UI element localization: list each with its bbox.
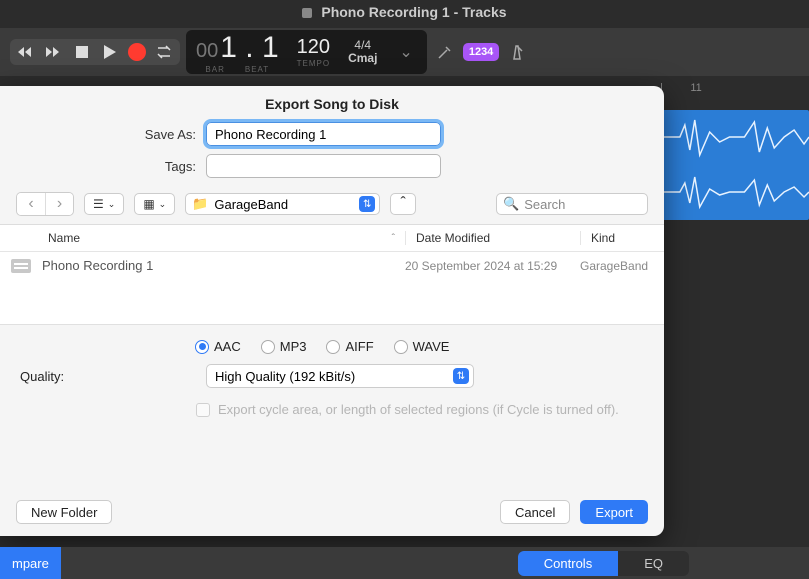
format-aiff-radio[interactable]: AIFF [326, 339, 373, 354]
tags-label: Tags: [0, 159, 206, 174]
lcd-beat-value: 1 . 1 [220, 31, 278, 65]
lcd-display[interactable]: 00 1 . 1 BAR BEAT 120 TEMPO 4/4 Cmaj ⌄ [186, 30, 427, 74]
tab-controls[interactable]: Controls [518, 551, 618, 576]
file-kind: GarageBand [580, 259, 664, 273]
file-date: 20 September 2024 at 15:29 [405, 259, 580, 273]
compare-button[interactable]: mpare [0, 547, 61, 579]
document-icon [302, 8, 312, 18]
bottom-bar: mpare Controls EQ [0, 547, 809, 579]
lcd-tempo-value: 120 [297, 36, 330, 59]
dialog-title: Export Song to Disk [0, 86, 664, 118]
metronome-icon[interactable] [505, 43, 529, 61]
chevron-updown-icon: ⇅ [359, 196, 375, 212]
back-button[interactable]: ‹ [17, 193, 45, 215]
save-as-input[interactable] [206, 122, 441, 146]
lcd-tempo-label: TEMPO [297, 59, 330, 68]
record-button[interactable] [128, 43, 146, 61]
lcd-expand-icon[interactable]: ⌄ [395, 42, 416, 62]
up-folder-button[interactable]: ˆ [390, 193, 416, 215]
format-options: AAC MP3 AIFF WAVE Quality: High Quality … [0, 324, 664, 423]
rewind-button[interactable] [16, 42, 36, 62]
lcd-bar-value: 00 [196, 40, 218, 63]
file-name: Phono Recording 1 [42, 258, 405, 273]
play-button[interactable] [100, 42, 120, 62]
audio-region[interactable] [660, 110, 809, 220]
export-dialog: Export Song to Disk Save As: Tags: ‹ › ☰… [0, 86, 664, 536]
location-value: GarageBand [214, 197, 288, 212]
nav-arrows: ‹ › [16, 192, 74, 216]
format-radios: AAC MP3 AIFF WAVE [20, 339, 644, 354]
tab-eq[interactable]: EQ [618, 551, 689, 576]
search-icon: 🔍 [503, 196, 519, 212]
export-button[interactable]: Export [580, 500, 648, 524]
lcd-bar-label: BAR [205, 65, 224, 74]
view-grid-button[interactable]: ▦ ⌄ [134, 193, 175, 215]
lcd-key: Cmaj [348, 52, 377, 65]
forward-button[interactable] [44, 42, 64, 62]
column-kind[interactable]: Kind [580, 231, 664, 245]
cancel-button[interactable]: Cancel [500, 500, 570, 524]
ruler-mark: | 11 [660, 82, 702, 94]
file-column-headers: Name ˆ Date Modified Kind [0, 224, 664, 252]
transport-controls [10, 39, 180, 65]
count-in-badge[interactable]: 1234 [463, 43, 499, 61]
quality-value: High Quality (192 kBit/s) [215, 369, 355, 384]
window-title-text: Phono Recording 1 - Tracks [321, 4, 506, 20]
inspector-tabs: Controls EQ [518, 551, 689, 576]
column-name[interactable]: Name ˆ [0, 231, 405, 245]
cycle-label: Export cycle area, or length of selected… [218, 402, 619, 417]
quality-select[interactable]: High Quality (192 kBit/s) ⇅ [206, 364, 474, 388]
folder-icon: 📁 [192, 196, 208, 212]
file-row[interactable]: Phono Recording 1 20 September 2024 at 1… [0, 252, 664, 279]
format-mp3-radio[interactable]: MP3 [261, 339, 307, 354]
transport-bar: 00 1 . 1 BAR BEAT 120 TEMPO 4/4 Cmaj ⌄ 1… [0, 28, 809, 76]
search-placeholder: Search [524, 197, 565, 212]
forward-button[interactable]: › [45, 193, 73, 215]
tuner-icon[interactable] [433, 42, 457, 62]
stop-button[interactable] [72, 42, 92, 62]
lcd-beat-label: BEAT [245, 65, 269, 74]
sort-indicator-icon: ˆ [392, 233, 395, 244]
quality-label: Quality: [20, 369, 86, 384]
chevron-updown-icon: ⇅ [453, 368, 469, 384]
file-list: Phono Recording 1 20 September 2024 at 1… [0, 252, 664, 324]
project-file-icon [0, 259, 42, 273]
cycle-button[interactable] [154, 42, 174, 62]
new-folder-button[interactable]: New Folder [16, 500, 112, 524]
window-title: Phono Recording 1 - Tracks [0, 4, 809, 20]
browse-toolbar: ‹ › ☰ ⌄ ▦ ⌄ 📁 GarageBand ⇅ ˆ 🔍 Search [0, 182, 664, 224]
cycle-checkbox[interactable] [196, 403, 210, 417]
tags-input[interactable] [206, 154, 441, 178]
search-input[interactable]: 🔍 Search [496, 193, 648, 215]
save-as-label: Save As: [0, 127, 206, 142]
format-aac-radio[interactable]: AAC [195, 339, 241, 354]
column-date[interactable]: Date Modified [405, 231, 580, 245]
location-select[interactable]: 📁 GarageBand ⇅ [185, 193, 380, 215]
dialog-footer: New Folder Cancel Export [0, 488, 664, 536]
view-list-button[interactable]: ☰ ⌄ [84, 193, 124, 215]
format-wave-radio[interactable]: WAVE [394, 339, 450, 354]
